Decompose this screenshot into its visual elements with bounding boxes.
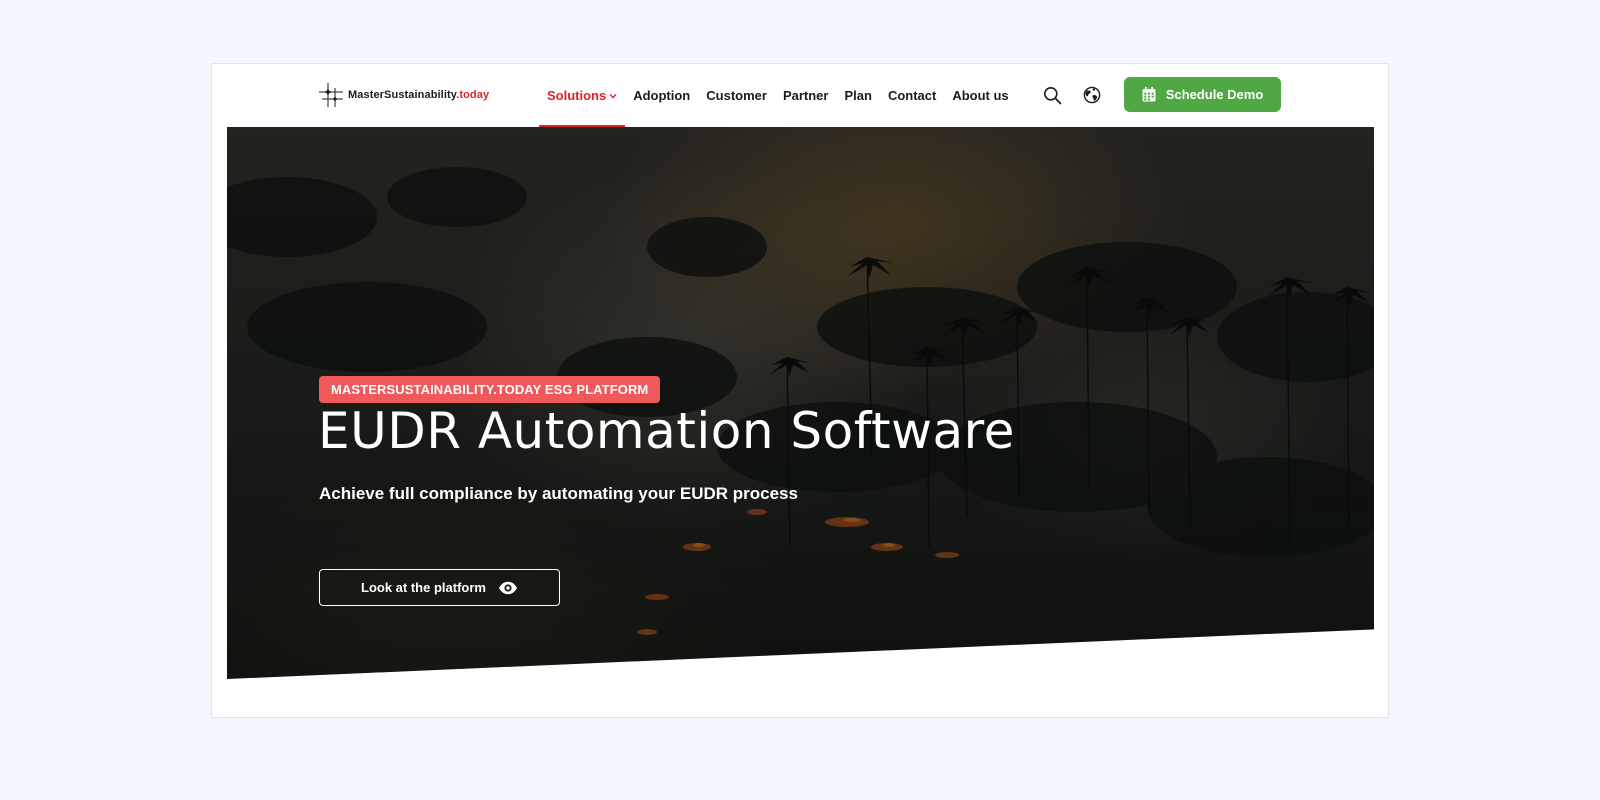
nav-item-plan[interactable]: Plan	[836, 64, 879, 127]
platform-badge: MASTERSUSTAINABILITY.TODAY ESG PLATFORM	[319, 376, 661, 403]
language-button[interactable]	[1081, 84, 1103, 106]
nav-item-partner[interactable]: Partner	[775, 64, 837, 127]
look-at-platform-label: Look at the platform	[361, 580, 486, 595]
nav-item-about-us[interactable]: About us	[944, 64, 1016, 127]
site-logo[interactable]: MasterSustainability.today	[318, 82, 489, 108]
nav-item-adoption[interactable]: Adoption	[625, 64, 698, 127]
page-frame: MasterSustainability.today Solutions Ado…	[211, 63, 1389, 718]
schedule-demo-label: Schedule Demo	[1165, 87, 1264, 102]
hero-subtitle: Achieve full compliance by automating yo…	[319, 484, 798, 503]
chevron-down-icon	[609, 93, 617, 99]
eye-icon	[498, 581, 517, 594]
main-nav: Solutions Adoption Customer Partner Plan…	[539, 64, 1017, 127]
nav-item-contact[interactable]: Contact	[880, 64, 944, 127]
nav-item-solutions[interactable]: Solutions	[539, 64, 626, 127]
logo-text: MasterSustainability.today	[348, 89, 490, 101]
look-at-platform-button[interactable]: Look at the platform	[319, 569, 560, 606]
sparkle-logo-icon	[319, 83, 343, 107]
search-icon	[1043, 86, 1061, 104]
site-header: MasterSustainability.today Solutions Ado…	[212, 64, 1388, 127]
globe-icon	[1083, 86, 1101, 104]
nav-item-customer[interactable]: Customer	[698, 64, 775, 127]
search-button[interactable]	[1041, 84, 1063, 106]
hero-section: MASTERSUSTAINABILITY.TODAY ESG PLATFORM …	[227, 127, 1374, 679]
schedule-demo-button[interactable]: Schedule Demo	[1124, 77, 1281, 112]
calendar-icon	[1142, 87, 1156, 102]
hero-title: EUDR Automation Software	[318, 402, 1015, 460]
